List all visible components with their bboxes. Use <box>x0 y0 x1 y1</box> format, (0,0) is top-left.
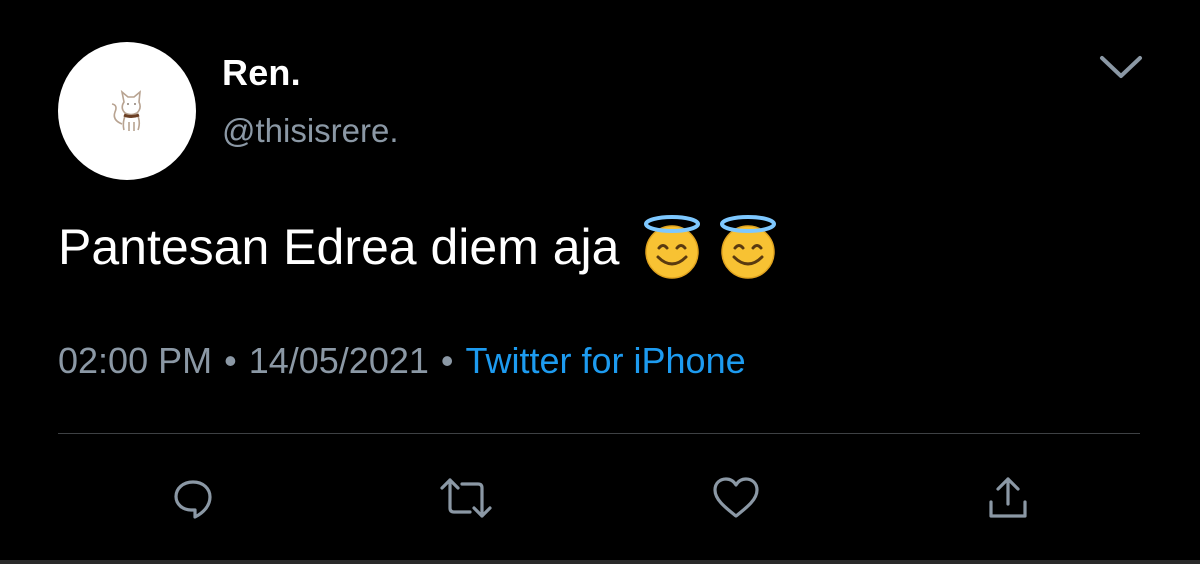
meta-separator: • <box>224 340 237 381</box>
share-icon <box>989 477 1027 518</box>
reply-icon <box>174 480 212 519</box>
tweet-card: Ren. @thisisrere. Pantesan Edrea diem aj… <box>0 0 1200 564</box>
bottom-border <box>0 560 1200 564</box>
like-button[interactable] <box>708 470 764 526</box>
user-handle[interactable]: @thisisrere. <box>222 112 399 150</box>
tweet-meta: 02:00 PM • 14/05/2021 • Twitter for iPhone <box>58 340 746 382</box>
heart-icon <box>713 477 759 518</box>
chevron-down-icon[interactable] <box>1098 52 1144 82</box>
smiling-face-with-halo-icon <box>720 215 777 279</box>
tweet-time: 02:00 PM <box>58 340 213 381</box>
smiling-face-with-halo-icon <box>644 215 701 279</box>
divider <box>58 433 1140 434</box>
avatar[interactable] <box>58 42 196 180</box>
reply-button[interactable] <box>165 470 221 526</box>
tweet-text: Pantesan Edrea diem aja <box>58 214 781 280</box>
retweet-button[interactable] <box>438 470 494 526</box>
meta-separator: • <box>440 340 454 381</box>
tweet-body: Pantesan Edrea diem aja <box>58 219 620 275</box>
display-name[interactable]: Ren. <box>222 52 301 94</box>
share-button[interactable] <box>980 470 1036 526</box>
tweet-date: 14/05/2021 <box>248 340 429 381</box>
cat-avatar-icon <box>111 89 141 131</box>
tweet-source-link[interactable]: Twitter for iPhone <box>466 340 746 381</box>
retweet-icon <box>440 478 492 518</box>
